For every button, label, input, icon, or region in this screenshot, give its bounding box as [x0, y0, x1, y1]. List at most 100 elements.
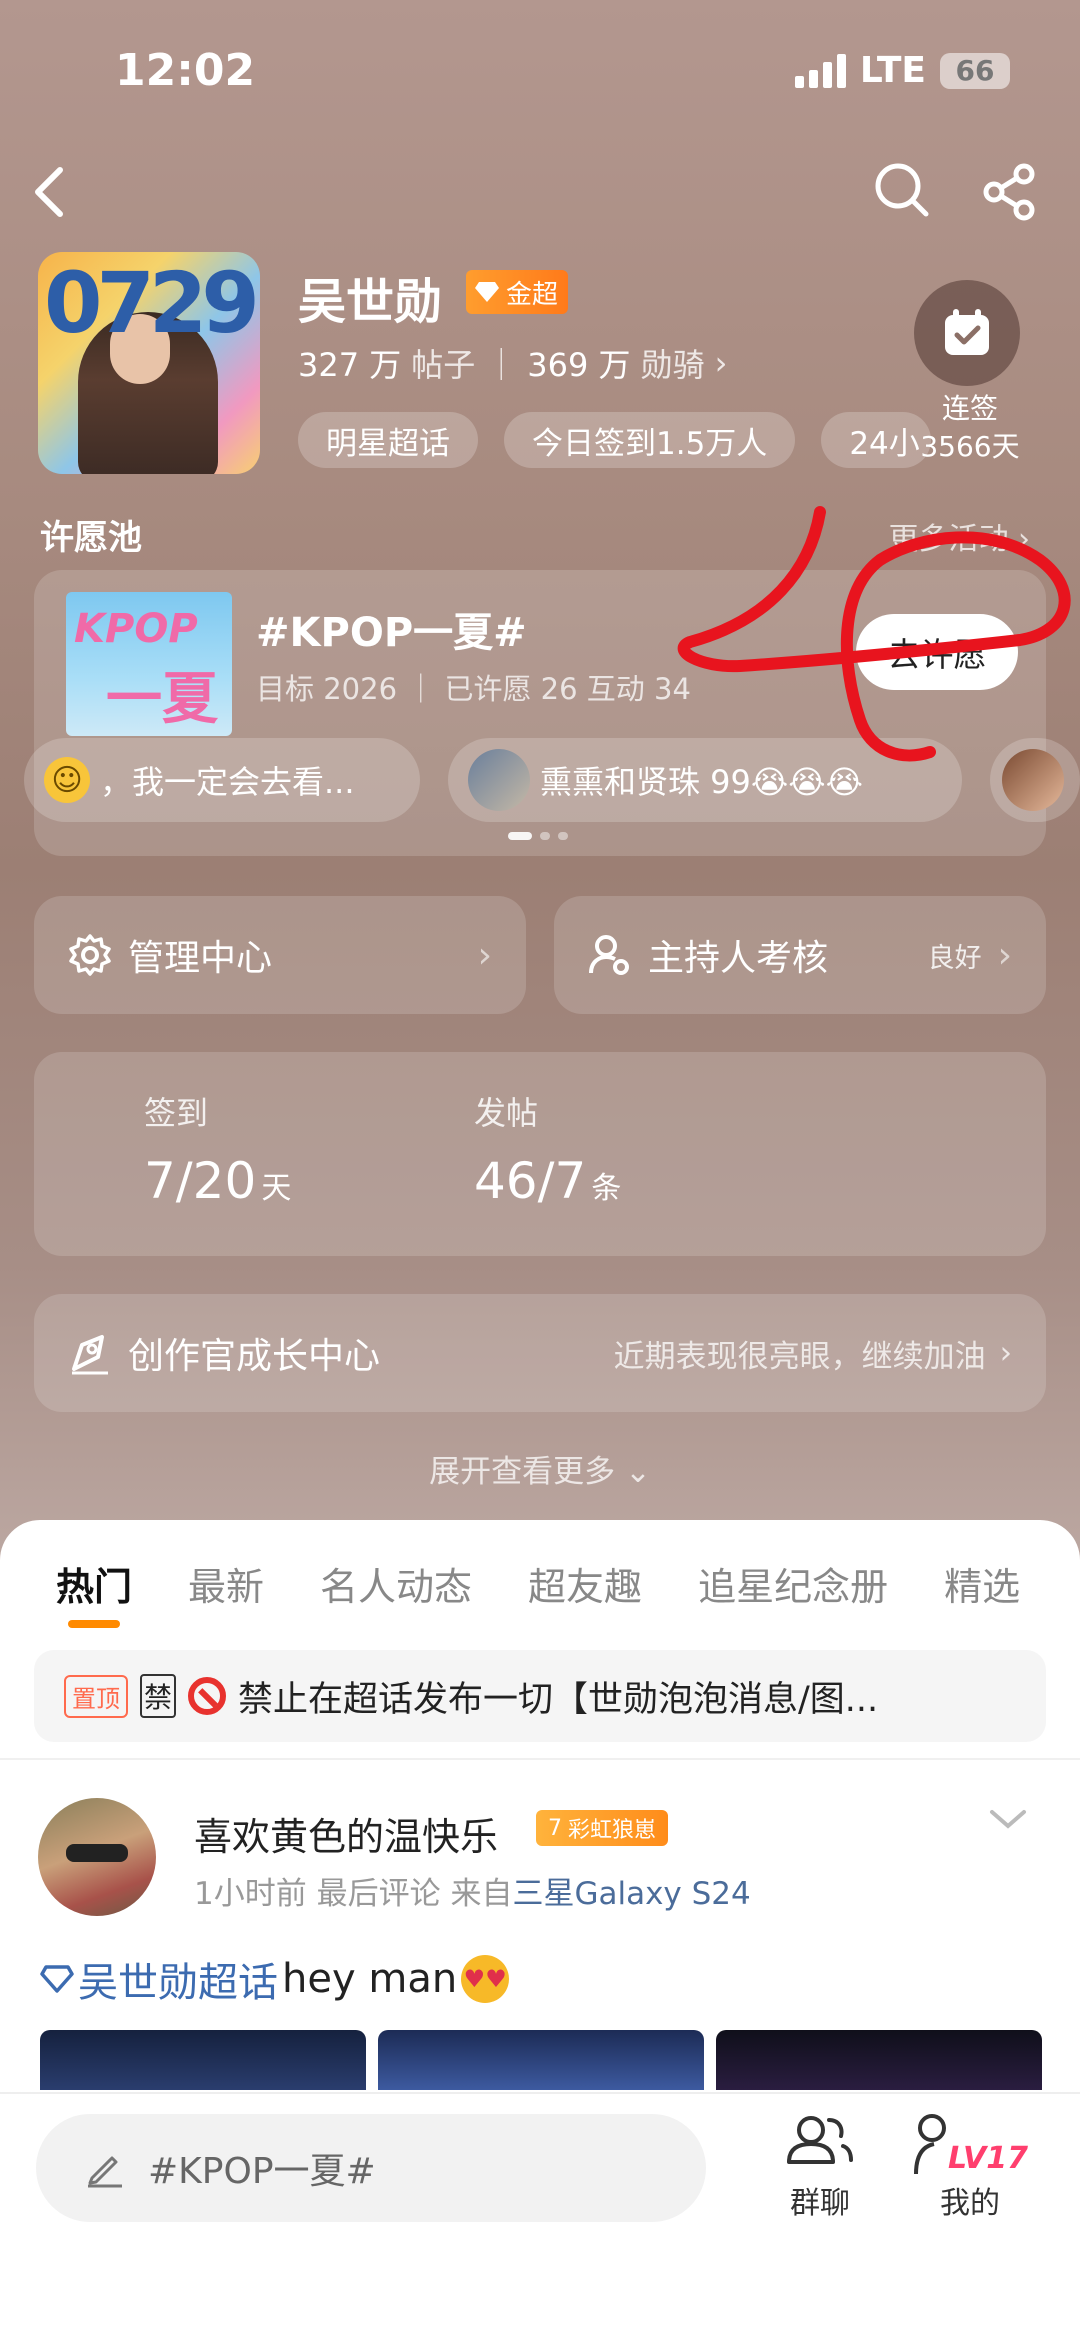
host-status: 良好 — [927, 942, 982, 974]
signin-stat: 7/20 天 — [144, 1152, 291, 1210]
chevron-right-icon: › — [999, 1335, 1012, 1371]
carousel-dots — [508, 832, 568, 840]
post-text: hey man — [282, 1956, 458, 2002]
compose-placeholder: #KPOP一夏# — [148, 2151, 376, 2192]
divider — [0, 1758, 1080, 1760]
ban-char: 禁 — [140, 1674, 177, 1718]
post-meta: 1小时前 最后评论 来自三星Galaxy S24 — [194, 1868, 751, 1913]
chevron-right-icon: › — [477, 934, 492, 976]
creator-badge-icon — [72, 1335, 108, 1375]
user-icon — [914, 2114, 947, 2175]
creator-growth-center[interactable]: 创作官成长中心 近期表现很亮眼，继续加油 › — [34, 1294, 1046, 1412]
diamond-icon — [475, 282, 499, 302]
streak-label: 连签 3566天 — [900, 390, 1040, 466]
post-last-comment: 最后评论 — [316, 1876, 441, 1912]
chip-star-topic[interactable]: 明星超话 — [298, 412, 478, 468]
growth-center-label: 创作官成长中心 — [128, 1336, 381, 1377]
wish-bubble[interactable] — [990, 738, 1080, 822]
posts-stat-unit: 条 — [591, 1171, 622, 1206]
status-indicators: LTE 66 — [794, 50, 1010, 91]
back-icon[interactable] — [28, 162, 72, 226]
chevron-right-icon: › — [997, 934, 1012, 976]
manage-center-button[interactable]: 管理中心 › — [34, 896, 526, 1014]
thumb-line-1: KPOP — [74, 606, 198, 652]
super-topic-icon — [40, 1965, 74, 1993]
profile-level-icon: LV17 — [912, 2106, 1028, 2176]
wish-title[interactable]: #KPOP一夏# — [256, 600, 527, 658]
tab-hot[interactable]: 热门 — [56, 1556, 132, 1611]
wish-bubble[interactable]: 熏熏和贤珠 99😭😭😭 — [448, 738, 962, 822]
post-topic-link[interactable]: 吴世勋超话 — [78, 1950, 278, 2008]
post-image[interactable] — [40, 2030, 366, 2090]
thumb-line-2: 一夏 — [106, 667, 218, 732]
post-image[interactable] — [378, 2030, 704, 2090]
wish-bubble[interactable]: ☺ ，我一定会去看... — [24, 738, 420, 822]
group-chat-label: 群聊 — [790, 2186, 850, 2221]
avatar-text: 0729 — [44, 254, 260, 352]
wish-thumbnail[interactable]: KPOP 一夏 — [66, 592, 232, 736]
signal-icon — [794, 53, 846, 88]
heart-eyes-emoji-icon: ♥♥ — [461, 1955, 510, 2003]
gear-icon — [69, 934, 111, 976]
expand-more-link[interactable]: 展开查看更多 ⌄ — [0, 1446, 1080, 1491]
tab-celebrity[interactable]: 名人动态 — [320, 1556, 472, 1611]
posts-stat-value: 46/7 — [474, 1152, 587, 1210]
pinned-post[interactable]: 置顶 禁 禁止在超话发布一切【世勋泡泡消息/图... — [34, 1650, 1046, 1742]
signin-button[interactable] — [914, 280, 1020, 386]
chevron-down-icon[interactable] — [988, 1808, 1028, 1836]
post-author-avatar[interactable] — [38, 1798, 156, 1916]
more-activities-link[interactable]: 更多活动 › — [888, 514, 1030, 558]
host-review-button[interactable]: 主持人考核 良好 › — [554, 896, 1046, 1014]
topic-name: 吴世勋 — [298, 274, 443, 330]
streak-days: 3566天 — [920, 430, 1020, 463]
dot — [540, 832, 550, 840]
signin-stat-label: 签到 — [144, 1094, 209, 1132]
network-type: LTE — [859, 50, 926, 91]
post-image[interactable] — [716, 2030, 1042, 2090]
smile-emoji-icon: ☺ — [44, 757, 90, 803]
signin-stat-unit: 天 — [261, 1171, 292, 1206]
status-time: 12:02 — [115, 45, 256, 96]
chevron-right-icon: › — [714, 344, 728, 382]
pencil-icon — [88, 2156, 122, 2188]
avatar-glasses — [66, 1844, 128, 1862]
battery-icon: 66 — [940, 52, 1010, 89]
post-body: 吴世勋超话 hey man ♥♥ — [40, 1950, 510, 2008]
post-time: 1小时前 — [194, 1876, 307, 1912]
tab-featured[interactable]: 精选 — [944, 1556, 1020, 1611]
user-avatar — [468, 749, 530, 811]
tab-memorial[interactable]: 追星纪念册 — [698, 1556, 888, 1611]
make-wish-button[interactable]: 去许愿 — [856, 614, 1018, 690]
group-chat-button[interactable]: 群聊 — [750, 2106, 890, 2222]
dot — [558, 832, 568, 840]
gold-super-badge[interactable]: 金超 — [466, 270, 569, 314]
chevron-down-icon: ⌄ — [624, 1454, 651, 1490]
chevron-right-icon: › — [1018, 522, 1030, 557]
compose-input[interactable]: #KPOP一夏# — [36, 2114, 706, 2222]
my-profile-button[interactable]: LV17 我的 — [900, 2106, 1040, 2222]
wish-bubble-text: ，我一定会去看... — [100, 763, 355, 801]
mine-label: 我的 — [940, 2186, 1000, 2221]
wish-pool-title: 许愿池 — [40, 518, 142, 558]
pinned-tag: 置顶 — [64, 1674, 128, 1718]
posts-label: 帖子 — [411, 346, 476, 384]
topic-avatar[interactable]: 0729 — [38, 252, 260, 474]
post-author-name[interactable]: 喜欢黄色的温快乐 — [194, 1806, 498, 1861]
posts-stat-label: 发帖 — [474, 1094, 539, 1132]
tab-super-fun[interactable]: 超友趣 — [528, 1556, 642, 1611]
feed-tabs: 热门 最新 名人动态 超友趣 追星纪念册 精选 — [56, 1556, 1020, 1611]
chip-signin-today[interactable]: 今日签到1.5万人 — [504, 412, 796, 468]
knights-count: 369 万 — [527, 346, 631, 384]
tab-latest[interactable]: 最新 — [188, 1556, 264, 1611]
fan-level-badge[interactable]: 7 彩虹狼崽 — [536, 1810, 669, 1846]
user-avatar — [1002, 749, 1064, 811]
knights-label[interactable]: 勋骑 — [641, 340, 705, 386]
post-device[interactable]: 三星Galaxy S24 — [512, 1876, 750, 1912]
gold-badge-label: 金超 — [506, 279, 559, 310]
share-icon[interactable] — [980, 162, 1040, 226]
fan-level-number: 7 — [548, 1815, 562, 1841]
expand-more-label: 展开查看更多 — [429, 1454, 616, 1490]
topic-stats: 327 万 帖子 ｜ 369 万 勋骑 › — [298, 340, 727, 386]
search-icon[interactable] — [872, 160, 932, 224]
host-review-label: 主持人考核 — [648, 938, 829, 979]
